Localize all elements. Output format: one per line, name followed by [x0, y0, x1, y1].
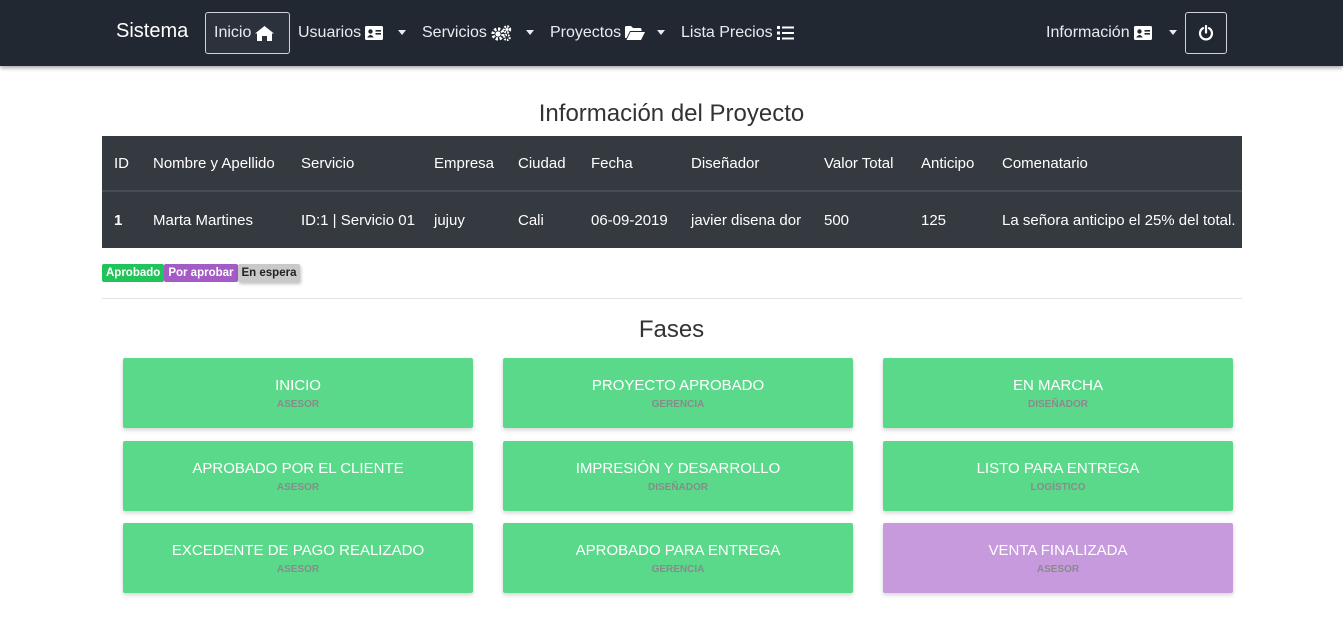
cell-anticipo: 125	[921, 212, 947, 229]
cell-id: 1	[114, 212, 123, 229]
header-servicio: Servicio	[301, 155, 355, 172]
nav-usuarios[interactable]: Usuarios	[298, 12, 384, 54]
phase-role: ASESOR	[276, 399, 320, 410]
nav-inicio-label: Inicio	[214, 24, 252, 41]
badge-por-aprobar: Por aprobar	[164, 264, 238, 282]
cell-nombre: Marta Martines	[153, 212, 254, 229]
phase-title: EN MARCHA	[1012, 377, 1103, 394]
cogs-icon	[491, 25, 512, 41]
phase-title: EXCEDENTE DE PAGO REALIZADO	[171, 542, 425, 559]
nav-servicios-label: Servicios	[422, 24, 487, 41]
nav-usuarios-label: Usuarios	[298, 24, 362, 41]
proyectos-dropdown-caret[interactable]	[657, 30, 665, 35]
project-title: Información del Proyecto	[538, 100, 805, 127]
phase-title: INICIO	[275, 377, 321, 394]
id-card-icon	[1133, 26, 1152, 40]
cell-empresa: jujuy	[434, 212, 465, 229]
table-row: 1 Marta Martines ID:1 | Servicio 01 juju…	[102, 192, 1242, 248]
header-valor-total: Valor Total	[824, 155, 894, 172]
phase-card-proyecto-aprobado[interactable]: PROYECTO APROBADO GERENCIA	[503, 358, 853, 428]
phase-role: DISEÑADOR	[1027, 399, 1088, 410]
phase-role: LOGÍSTICO	[1030, 482, 1086, 493]
phases-title: Fases	[638, 316, 705, 343]
header-ciudad: Ciudad	[518, 155, 566, 172]
nav-lista-precios[interactable]: Lista Precios	[681, 12, 794, 54]
phase-title: PROYECTO APROBADO	[591, 377, 765, 394]
phase-card-aprobado-entrega[interactable]: APROBADO PARA ENTREGA GERENCIA	[503, 523, 853, 593]
header-nombre: Nombre y Apellido	[153, 155, 275, 172]
phase-title: APROBADO POR EL CLIENTE	[192, 460, 404, 477]
phase-card-impresion-desarrollo[interactable]: IMPRESIÓN Y DESARROLLO DISEÑADOR	[503, 441, 853, 511]
status-legend: Aprobado Por aprobar En espera	[102, 264, 301, 282]
cell-fecha: 06-09-2019	[591, 212, 668, 229]
phase-title: APROBADO PARA ENTREGA	[575, 542, 781, 559]
cell-comentario: La señora anticipo el 25% del total.	[1002, 212, 1236, 229]
header-fecha: Fecha	[591, 155, 633, 172]
project-table: ID Nombre y Apellido Servicio Empresa Ci…	[102, 136, 1242, 248]
header-anticipo: Anticipo	[921, 155, 975, 172]
cell-ciudad: Cali	[518, 212, 544, 229]
phase-card-en-marcha[interactable]: EN MARCHA DISEÑADOR	[883, 358, 1233, 428]
phase-card-listo-entrega[interactable]: LISTO PARA ENTREGA LOGÍSTICO	[883, 441, 1233, 511]
cell-disenador: javier disena dor	[691, 212, 802, 229]
header-id: ID	[114, 155, 129, 172]
folder-open-icon	[625, 26, 646, 40]
badge-en-espera: En espera	[237, 264, 301, 282]
header-comentario: Comenatario	[1002, 155, 1088, 172]
brand-link[interactable]: Sistema	[116, 20, 188, 43]
logout-button[interactable]	[1185, 12, 1227, 54]
nav-proyectos[interactable]: Proyectos	[550, 12, 646, 54]
id-card-icon	[365, 26, 384, 40]
phase-role: GERENCIA	[651, 564, 705, 575]
phase-role: ASESOR	[276, 564, 320, 575]
nav-informacion[interactable]: Información	[1046, 12, 1152, 54]
nav-proyectos-label: Proyectos	[550, 24, 622, 41]
usuarios-dropdown-caret[interactable]	[398, 30, 406, 35]
nav-informacion-label: Información	[1046, 24, 1130, 41]
nav-inicio[interactable]: Inicio	[205, 12, 290, 54]
list-icon	[776, 26, 794, 40]
nav-servicios[interactable]: Servicios	[422, 12, 512, 54]
phase-role: DISEÑADOR	[647, 482, 708, 493]
phase-role: GERENCIA	[651, 399, 705, 410]
phase-role: ASESOR	[276, 482, 320, 493]
section-divider	[102, 298, 1242, 299]
phase-card-venta-finalizada[interactable]: VENTA FINALIZADA ASESOR	[883, 523, 1233, 593]
phase-title: LISTO PARA ENTREGA	[976, 460, 1140, 477]
phase-card-excedente-pago[interactable]: EXCEDENTE DE PAGO REALIZADO ASESOR	[123, 523, 473, 593]
badge-aprobado: Aprobado	[102, 264, 165, 282]
phase-title: IMPRESIÓN Y DESARROLLO	[575, 460, 781, 477]
nav-lista-precios-label: Lista Precios	[681, 24, 773, 41]
header-disenador: Diseñador	[691, 155, 760, 172]
home-icon	[255, 25, 275, 41]
servicios-dropdown-caret[interactable]	[526, 30, 534, 35]
table-header-row: ID Nombre y Apellido Servicio Empresa Ci…	[102, 136, 1242, 192]
top-navbar: Sistema Inicio Usuarios Servicios Proyec…	[0, 0, 1343, 66]
phase-card-inicio[interactable]: INICIO ASESOR	[123, 358, 473, 428]
cell-valor-total: 500	[824, 212, 850, 229]
header-empresa: Empresa	[434, 155, 495, 172]
power-icon	[1198, 25, 1214, 41]
phase-title: VENTA FINALIZADA	[988, 542, 1128, 559]
phase-card-aprobado-cliente[interactable]: APROBADO POR EL CLIENTE ASESOR	[123, 441, 473, 511]
phase-role: ASESOR	[1036, 564, 1080, 575]
cell-servicio: ID:1 | Servicio 01	[301, 212, 415, 229]
informacion-dropdown-caret[interactable]	[1169, 30, 1177, 35]
